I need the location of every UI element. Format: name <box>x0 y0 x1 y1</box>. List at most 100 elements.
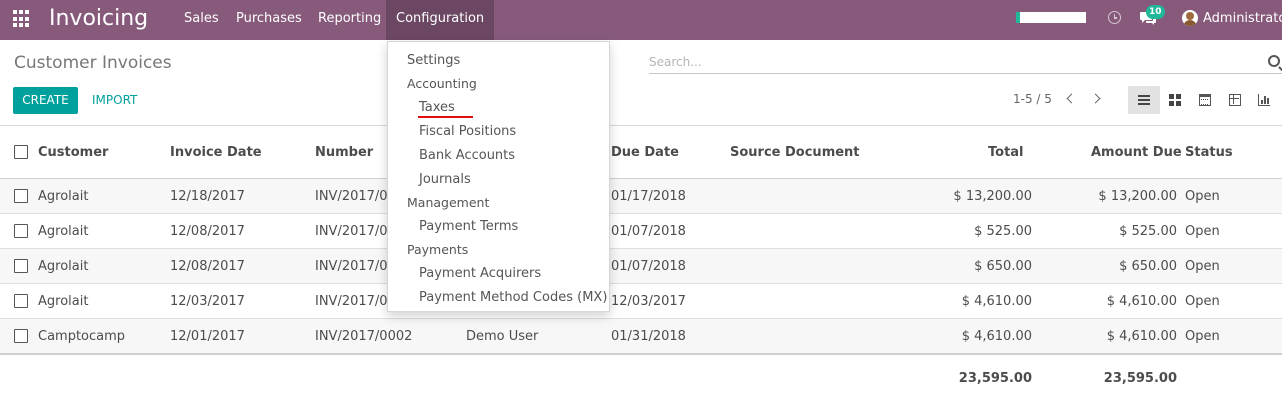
cell-customer: Agrolait <box>38 294 89 309</box>
app-title: Invoicing <box>49 6 149 31</box>
cell-due-date: 01/07/2018 <box>611 259 686 274</box>
top-navbar: Invoicing Sales Purchases Reporting Conf… <box>0 0 1282 40</box>
cell-status: Open <box>1185 224 1220 239</box>
cell-customer: Camptocamp <box>38 329 126 344</box>
search-bar <box>649 52 1282 74</box>
message-count-badge: 10 <box>1146 5 1165 19</box>
calendar-view-button[interactable] <box>1189 86 1221 114</box>
graph-view-button[interactable] <box>1248 86 1280 114</box>
select-all-checkbox[interactable] <box>14 145 28 159</box>
cell-customer: Agrolait <box>38 259 89 274</box>
menu-item-taxes[interactable]: Taxes <box>419 99 455 117</box>
cell-number: INV/2017/00 <box>315 259 396 274</box>
menu-item-payment-method-codes[interactable]: Payment Method Codes (MX) <box>419 289 607 307</box>
cell-status: Open <box>1185 189 1220 204</box>
kanban-view-button[interactable] <box>1159 86 1191 114</box>
invoice-list-table: Customer Invoice Date Number Due Date So… <box>0 125 1282 354</box>
create-button[interactable]: CREATE <box>13 87 78 114</box>
cell-number: INV/2017/0002 <box>315 329 413 344</box>
row-checkbox[interactable] <box>14 259 28 273</box>
cell-customer: Agrolait <box>38 189 89 204</box>
cell-invoice-date: 12/08/2017 <box>170 224 245 239</box>
cell-total: $ 4,610.00 <box>961 294 1032 309</box>
column-header-total[interactable]: Total <box>988 126 1024 179</box>
breadcrumb-title: Customer Invoices <box>14 53 172 73</box>
row-checkbox[interactable] <box>14 294 28 308</box>
cell-amount-due: $ 650.00 <box>1119 259 1177 274</box>
pager-previous-icon[interactable] <box>1064 91 1078 107</box>
amount-due-sum: 23,595.00 <box>1103 371 1177 386</box>
menu-section-management: Management <box>407 195 490 210</box>
highlight-underline <box>418 116 473 118</box>
search-input[interactable] <box>649 52 1259 72</box>
list-view-button[interactable] <box>1128 86 1160 114</box>
row-checkbox[interactable] <box>14 189 28 203</box>
table-row[interactable]: Agrolait 12/18/2017 INV/2017/00 01/17/20… <box>0 179 1282 214</box>
search-icon[interactable] <box>1268 55 1280 67</box>
column-header-source-document[interactable]: Source Document <box>730 126 860 179</box>
menu-section-accounting: Accounting <box>407 76 477 91</box>
cell-due-date: 01/07/2018 <box>611 224 686 239</box>
menu-reporting[interactable]: Reporting <box>318 0 381 40</box>
cell-total: $ 525.00 <box>974 224 1032 239</box>
column-header-amount-due[interactable]: Amount Due <box>1091 126 1182 179</box>
cell-amount-due: $ 4,610.00 <box>1106 329 1177 344</box>
pivot-table-icon <box>1229 94 1241 106</box>
menu-item-payment-acquirers[interactable]: Payment Acquirers <box>419 265 541 283</box>
table-row[interactable]: Agrolait 12/03/2017 INV/2017/00 12/03/20… <box>0 284 1282 319</box>
menu-item-bank-accounts[interactable]: Bank Accounts <box>419 147 515 165</box>
menu-item-payment-terms[interactable]: Payment Terms <box>419 218 518 236</box>
table-row[interactable]: Agrolait 12/08/2017 INV/2017/00 01/07/20… <box>0 249 1282 284</box>
menu-purchases[interactable]: Purchases <box>236 0 302 40</box>
cell-total: $ 650.00 <box>974 259 1032 274</box>
apps-menu-icon[interactable] <box>13 10 31 28</box>
user-menu[interactable]: Administrator <box>1203 0 1282 38</box>
cell-invoice-date: 12/18/2017 <box>170 189 245 204</box>
pager-value[interactable]: 1-5 / 5 <box>1013 92 1052 106</box>
total-sum: 23,595.00 <box>958 371 1032 386</box>
cell-total: $ 4,610.00 <box>961 329 1032 344</box>
row-checkbox[interactable] <box>14 224 28 238</box>
cell-number: INV/2017/00 <box>315 294 396 309</box>
pager-next-icon[interactable] <box>1090 91 1104 107</box>
cell-due-date: 01/31/2018 <box>611 329 686 344</box>
cell-due-date: 12/03/2017 <box>611 294 686 309</box>
menu-configuration[interactable]: Configuration <box>386 0 495 40</box>
cell-number: INV/2017/00 <box>315 224 396 239</box>
menu-item-fiscal-positions[interactable]: Fiscal Positions <box>419 123 516 141</box>
cell-number: INV/2017/00 <box>315 189 396 204</box>
bar-chart-icon <box>1258 94 1270 106</box>
menu-sales[interactable]: Sales <box>184 0 219 40</box>
column-header-invoice-date[interactable]: Invoice Date <box>170 126 262 179</box>
pivot-view-button[interactable] <box>1219 86 1251 114</box>
progress-indicator <box>1016 12 1086 23</box>
menu-item-settings[interactable]: Settings <box>407 52 460 70</box>
row-checkbox[interactable] <box>14 329 28 343</box>
column-header-number[interactable]: Number <box>315 126 373 179</box>
cell-amount-due: $ 4,610.00 <box>1106 294 1177 309</box>
calendar-icon <box>1199 94 1211 106</box>
table-totals-row: 23,595.00 23,595.00 <box>0 353 1282 400</box>
cell-total: $ 13,200.00 <box>953 189 1032 204</box>
table-row[interactable]: Camptocamp 12/01/2017 INV/2017/0002 Demo… <box>0 319 1282 354</box>
cell-salesperson: Demo User <box>466 329 539 344</box>
cell-invoice-date: 12/01/2017 <box>170 329 245 344</box>
column-header-status[interactable]: Status <box>1185 126 1233 179</box>
user-avatar[interactable] <box>1182 10 1198 26</box>
cell-status: Open <box>1185 259 1220 274</box>
cell-due-date: 01/17/2018 <box>611 189 686 204</box>
kanban-icon <box>1169 94 1181 106</box>
clock-icon[interactable] <box>1108 11 1121 24</box>
cell-invoice-date: 12/03/2017 <box>170 294 245 309</box>
configuration-dropdown-menu: Settings Accounting Taxes Fiscal Positio… <box>387 41 610 312</box>
table-row[interactable]: Agrolait 12/08/2017 INV/2017/00 01/07/20… <box>0 214 1282 249</box>
column-header-due-date[interactable]: Due Date <box>611 126 679 179</box>
table-header-row: Customer Invoice Date Number Due Date So… <box>0 126 1282 179</box>
column-header-customer[interactable]: Customer <box>38 126 108 179</box>
cell-status: Open <box>1185 294 1220 309</box>
import-button[interactable]: IMPORT <box>92 87 137 114</box>
menu-item-journals[interactable]: Journals <box>419 171 471 189</box>
cell-amount-due: $ 13,200.00 <box>1098 189 1177 204</box>
cell-status: Open <box>1185 329 1220 344</box>
menu-section-payments: Payments <box>407 242 469 257</box>
